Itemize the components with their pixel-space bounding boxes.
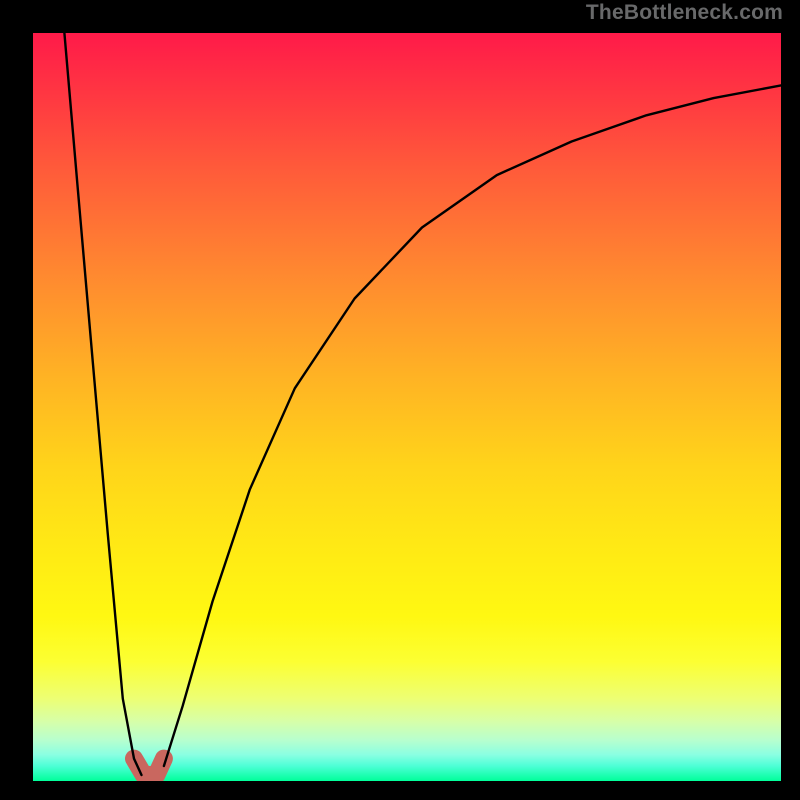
watermark: TheBottleneck.com (586, 1, 783, 25)
chart-frame: TheBottleneck.com (0, 0, 800, 800)
plot-area (33, 33, 781, 781)
